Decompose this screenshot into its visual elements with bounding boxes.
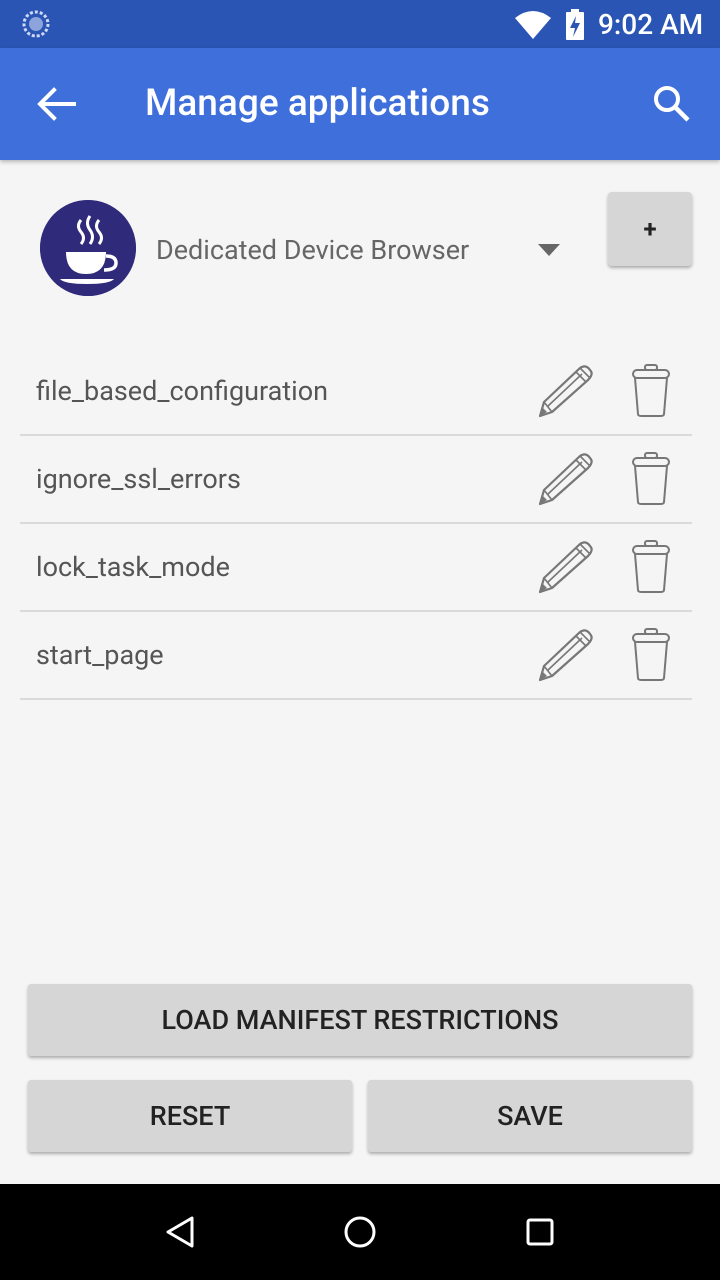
load-manifest-restrictions-button[interactable]: LOAD MANIFEST RESTRICTIONS: [28, 984, 692, 1056]
nav-home-icon[interactable]: [340, 1212, 380, 1252]
trash-icon[interactable]: [630, 628, 672, 682]
list-item: start_page: [20, 612, 692, 700]
page-title: Manage applications: [145, 82, 490, 125]
restriction-key: lock_task_mode: [36, 551, 230, 583]
restriction-key: file_based_configuration: [36, 375, 329, 407]
pencil-icon[interactable]: [536, 538, 594, 596]
pencil-icon[interactable]: [536, 362, 594, 420]
clock-time: 9:02 AM: [598, 8, 704, 41]
restrictions-list: file_based_configuration ignore_ssl_erro…: [20, 348, 692, 700]
system-nav-bar: [0, 1184, 720, 1280]
app-bar: Manage applications: [0, 48, 720, 160]
status-bar: 9:02 AM: [0, 0, 720, 48]
nav-recents-icon[interactable]: [520, 1212, 560, 1252]
pencil-icon[interactable]: [536, 626, 594, 684]
arrow-back-icon[interactable]: [36, 86, 76, 122]
coffee-cup-icon: [40, 200, 136, 296]
reset-button[interactable]: RESET: [28, 1080, 352, 1152]
list-item: file_based_configuration: [20, 348, 692, 436]
list-item: ignore_ssl_errors: [20, 436, 692, 524]
trash-icon[interactable]: [630, 540, 672, 594]
nav-back-icon[interactable]: [160, 1212, 200, 1252]
app-selector-row: Dedicated Device Browser +: [0, 160, 720, 340]
app-dropdown[interactable]: Dedicated Device Browser: [156, 224, 566, 276]
pencil-icon[interactable]: [536, 450, 594, 508]
search-icon[interactable]: [652, 84, 690, 122]
selected-app-label: Dedicated Device Browser: [156, 234, 470, 266]
trash-icon[interactable]: [630, 452, 672, 506]
sync-icon: [22, 10, 50, 38]
save-button[interactable]: SAVE: [368, 1080, 692, 1152]
restriction-key: start_page: [36, 639, 164, 671]
wifi-icon: [515, 11, 551, 39]
trash-icon[interactable]: [630, 364, 672, 418]
add-restriction-button[interactable]: +: [608, 192, 692, 266]
restriction-key: ignore_ssl_errors: [36, 463, 241, 495]
dropdown-arrow-icon: [538, 244, 560, 256]
list-item: lock_task_mode: [20, 524, 692, 612]
battery-charging-icon: [566, 9, 584, 40]
